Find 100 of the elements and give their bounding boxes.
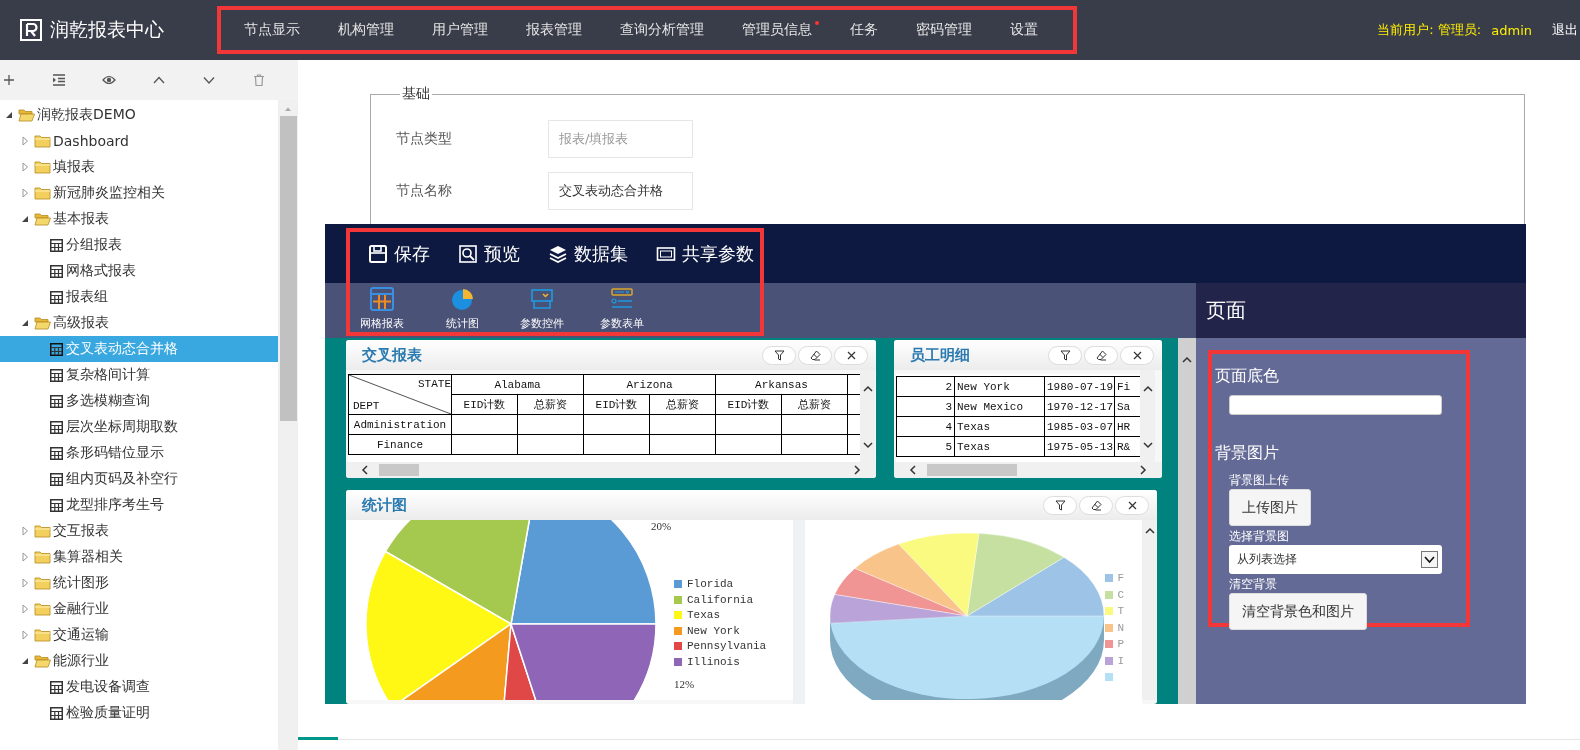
toolbar-button[interactable]: 保存 <box>368 241 430 266</box>
chevron-down-icon[interactable] <box>1142 440 1153 450</box>
nav-item[interactable]: 节点显示 <box>225 21 319 39</box>
tree-item[interactable]: 基本报表 <box>0 206 278 232</box>
nav-item[interactable]: 管理员信息 <box>723 21 831 39</box>
nav-item[interactable]: 任务 <box>831 21 897 39</box>
tree-item[interactable]: 条形码错位显示 <box>0 440 278 466</box>
filter-button[interactable] <box>762 345 796 365</box>
chevron-up-icon[interactable] <box>1142 384 1153 394</box>
upload-button[interactable]: 上传图片 <box>1229 489 1311 526</box>
folder-icon <box>34 576 51 590</box>
background-select[interactable]: 从列表选择 <box>1229 545 1442 574</box>
eye-icon[interactable] <box>102 73 116 87</box>
close-button[interactable] <box>1115 495 1149 515</box>
tree-item[interactable]: 能源行业 <box>0 648 278 674</box>
chevron-down-icon[interactable] <box>862 440 873 450</box>
nav-item[interactable]: 报表管理 <box>507 21 601 39</box>
indent-icon[interactable] <box>52 73 66 87</box>
toolbar-button[interactable]: 数据集 <box>548 241 628 266</box>
collapsed-arrow-icon[interactable] <box>20 552 30 562</box>
chevron-up-icon[interactable] <box>1182 355 1192 365</box>
tree-item[interactable]: 网格式报表 <box>0 258 278 284</box>
color-field[interactable] <box>1229 395 1442 415</box>
chevron-left-icon[interactable] <box>908 465 918 475</box>
collapsed-arrow-icon[interactable] <box>20 526 30 536</box>
tree-item[interactable]: 检验质量证明 <box>0 700 278 726</box>
nav-item[interactable]: 用户管理 <box>413 21 507 39</box>
table-cell <box>451 414 518 435</box>
tree-item[interactable]: 集算器相关 <box>0 544 278 570</box>
add-icon[interactable] <box>2 73 16 87</box>
component-button[interactable]: 参数控件 <box>511 287 573 331</box>
clear-button[interactable]: 清空背景色和图片 <box>1229 593 1367 630</box>
eraser-button[interactable] <box>798 345 832 365</box>
tree-item[interactable]: 金融行业 <box>0 596 278 622</box>
horizontal-scrollbar[interactable] <box>346 462 876 478</box>
tree-item[interactable]: 分组报表 <box>0 232 278 258</box>
vertical-scrollbar[interactable] <box>278 100 298 750</box>
input-field[interactable]: 交叉表动态合并格 <box>548 172 693 210</box>
table-icon <box>50 238 63 252</box>
logout-link[interactable]: 退出 <box>1552 21 1580 39</box>
collapsed-arrow-icon[interactable] <box>20 136 30 146</box>
expanded-arrow-icon[interactable] <box>20 318 30 328</box>
scrollbar-thumb[interactable] <box>279 116 297 421</box>
tree-item[interactable]: 龙型排序考生号 <box>0 492 278 518</box>
table-icon <box>50 264 63 278</box>
expanded-arrow-icon[interactable] <box>20 214 30 224</box>
table-cell <box>649 414 716 435</box>
tree-item[interactable]: 报表组 <box>0 284 278 310</box>
collapsed-arrow-icon[interactable] <box>20 188 30 198</box>
component-button[interactable]: 网格报表 <box>351 287 413 331</box>
component-button[interactable]: 统计图 <box>431 287 493 331</box>
eraser-button[interactable] <box>1084 345 1118 365</box>
tree-item[interactable]: 复杂格间计算 <box>0 362 278 388</box>
toolbar-button[interactable]: 预览 <box>458 241 520 266</box>
chevron-right-icon[interactable] <box>852 465 862 475</box>
tree-item[interactable]: Dashboard <box>0 128 278 154</box>
scrollbar-thumb[interactable] <box>379 464 419 476</box>
trash-icon[interactable] <box>252 73 266 87</box>
toolbar-button[interactable]: 共享参数 <box>656 241 754 266</box>
vertical-scrollbar[interactable] <box>860 370 875 462</box>
table-cell: New Mexico <box>954 396 1045 417</box>
expanded-arrow-icon[interactable] <box>4 110 14 120</box>
tree-item[interactable]: 层次坐标周期取数 <box>0 414 278 440</box>
nav-item[interactable]: 设置 <box>991 21 1057 39</box>
chevron-right-icon[interactable] <box>1138 465 1148 475</box>
vertical-scrollbar[interactable] <box>1142 520 1157 700</box>
field-label: 选择背景图 <box>1229 528 1290 545</box>
tree-item[interactable]: 润乾报表DEMO <box>0 102 278 128</box>
close-button[interactable] <box>1120 345 1154 365</box>
vertical-scrollbar[interactable] <box>1178 338 1196 704</box>
tree-item[interactable]: 高级报表 <box>0 310 278 336</box>
close-button[interactable] <box>834 345 868 365</box>
vertical-scrollbar[interactable] <box>1140 370 1155 462</box>
filter-button[interactable] <box>1043 495 1077 515</box>
chevron-up-icon[interactable] <box>1144 526 1155 536</box>
table-cell <box>451 434 518 455</box>
tree-item[interactable]: 交互报表 <box>0 518 278 544</box>
tree-item[interactable]: 填报表 <box>0 154 278 180</box>
collapsed-arrow-icon[interactable] <box>20 604 30 614</box>
tree-item[interactable]: 多选模糊查询 <box>0 388 278 414</box>
horizontal-scrollbar[interactable] <box>894 462 1162 478</box>
expanded-arrow-icon[interactable] <box>20 656 30 666</box>
scrollbar-thumb[interactable] <box>927 464 1017 476</box>
tree-item[interactable]: 新冠肺炎监控相关 <box>0 180 278 206</box>
collapsed-arrow-icon[interactable] <box>20 162 30 172</box>
nav-item[interactable]: 密码管理 <box>897 21 991 39</box>
tree-item[interactable]: 发电设备调查 <box>0 674 278 700</box>
chevron-left-icon[interactable] <box>360 465 370 475</box>
tree-item[interactable]: 统计图形 <box>0 570 278 596</box>
filter-button[interactable] <box>1048 345 1082 365</box>
nav-item[interactable]: 机构管理 <box>319 21 413 39</box>
chevron-up-icon[interactable] <box>862 384 873 394</box>
tree-item[interactable]: 组内页码及补空行 <box>0 466 278 492</box>
nav-item[interactable]: 查询分析管理 <box>601 21 723 39</box>
table-cell: Alabama <box>451 374 584 395</box>
collapsed-arrow-icon[interactable] <box>20 630 30 640</box>
tree-item[interactable]: 交通运输 <box>0 622 278 648</box>
eraser-button[interactable] <box>1079 495 1113 515</box>
collapsed-arrow-icon[interactable] <box>20 578 30 588</box>
component-button[interactable]: 参数表单 <box>591 287 653 331</box>
